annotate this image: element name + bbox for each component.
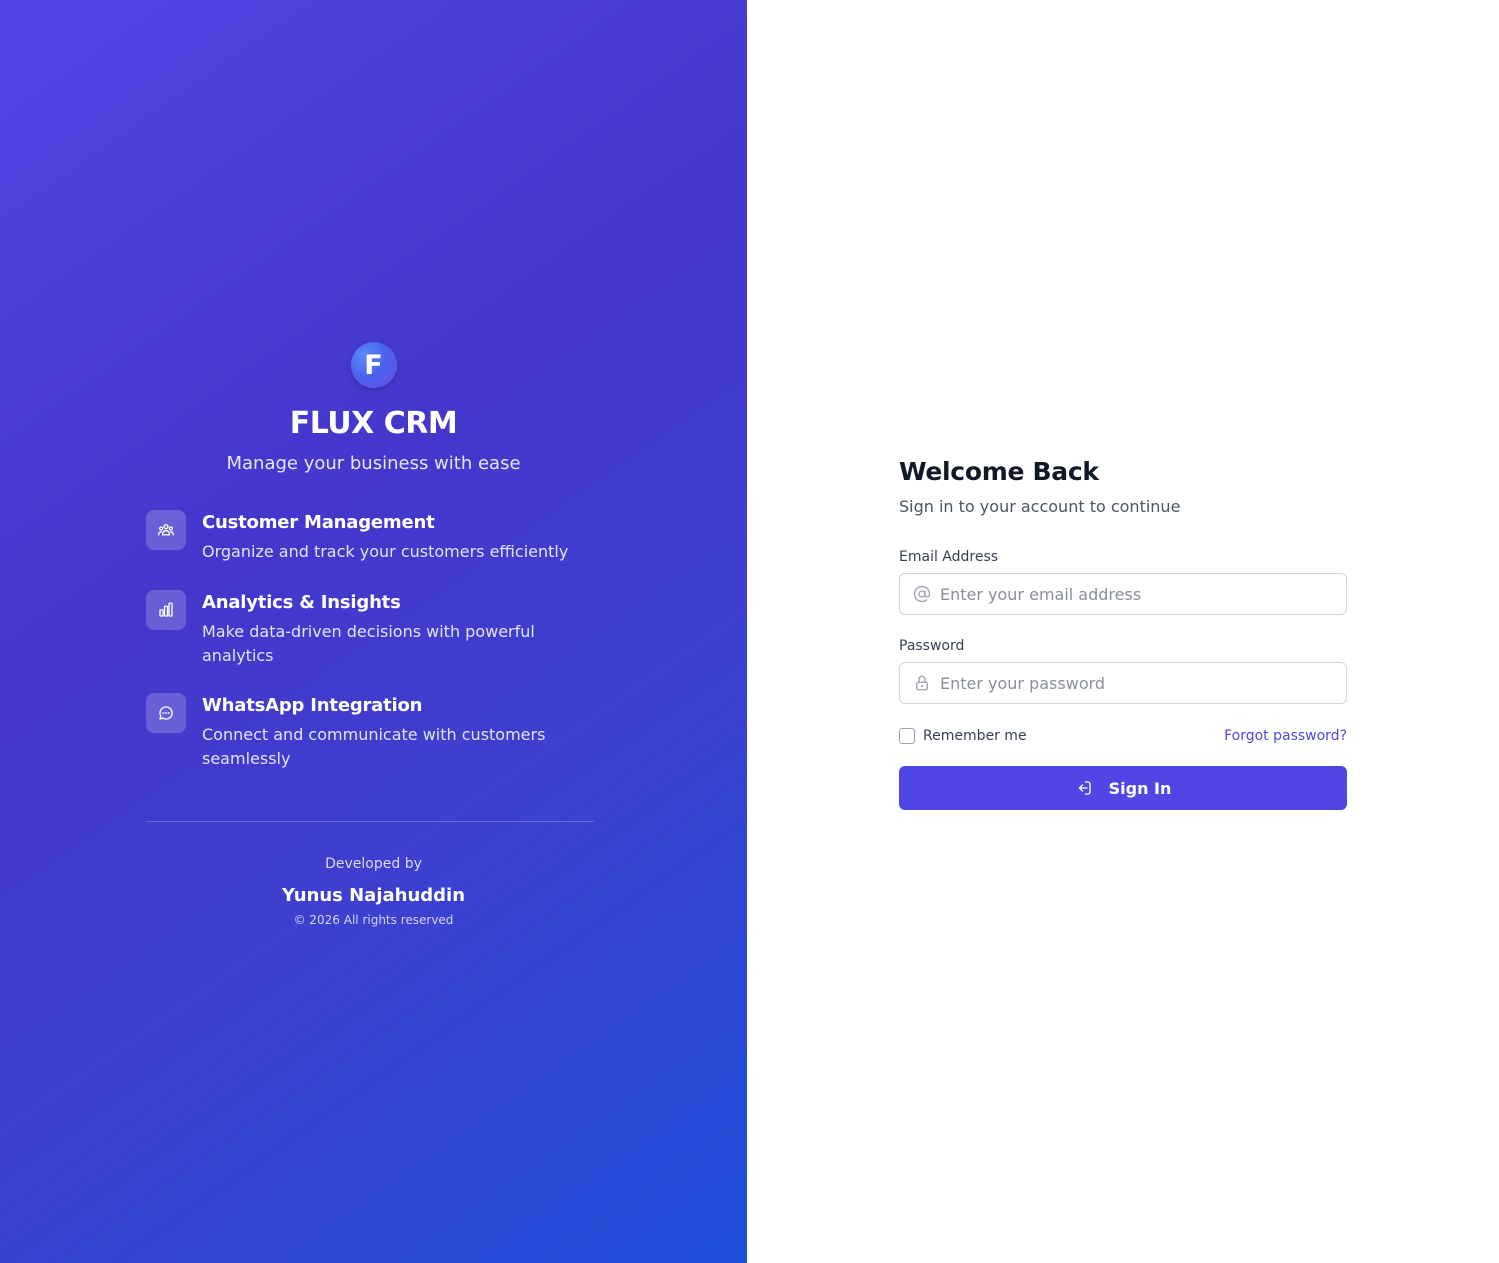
form-options-row: Remember me Forgot password?	[899, 726, 1347, 746]
users-icon	[146, 510, 186, 550]
developer-name: Yunus Najahuddin	[281, 885, 466, 906]
feature-description: Organize and track your customers effici…	[202, 542, 569, 561]
logo-letter: F	[364, 349, 383, 381]
feature-title: Customer Management	[202, 512, 435, 533]
feature-title: WhatsApp Integration	[202, 695, 423, 716]
bar-chart-icon	[146, 590, 186, 630]
form-subtitle: Sign in to your account to continue	[899, 497, 1181, 516]
sign-in-label: Sign In	[1108, 778, 1172, 798]
login-form: Welcome Back Sign in to your account to …	[899, 456, 1347, 810]
remember-me[interactable]: Remember me	[899, 728, 1027, 744]
feature-description: Make data-driven decisions with powerful…	[202, 622, 535, 665]
feature-title: Analytics & Insights	[202, 592, 401, 613]
tagline: Manage your business with ease	[226, 453, 521, 474]
developed-by-label: Developed by	[325, 856, 422, 872]
copyright: © 2026 All rights reserved	[293, 913, 454, 927]
feature-description: Connect and communicate with customers s…	[202, 725, 546, 768]
email-input[interactable]	[940, 574, 1340, 614]
password-input[interactable]	[940, 663, 1340, 703]
developer-credit: Developed by Yunus Najahuddin © 2026 All…	[0, 854, 747, 928]
lock-icon	[916, 675, 928, 691]
email-field-wrapper	[899, 573, 1347, 615]
sign-in-button[interactable]: Sign In	[899, 766, 1347, 810]
form-title: Welcome Back	[899, 457, 1099, 486]
brand-header: F FLUX CRM Manage your business with eas…	[0, 342, 747, 476]
forgot-password-link[interactable]: Forgot password?	[1224, 728, 1347, 744]
email-label: Email Address	[899, 549, 999, 565]
remember-me-label: Remember me	[923, 728, 1027, 744]
login-icon	[1078, 781, 1091, 795]
password-field-wrapper	[899, 662, 1347, 704]
divider	[146, 821, 594, 822]
flux-logo-icon: F	[350, 342, 397, 388]
branding-panel: F FLUX CRM Manage your business with eas…	[0, 0, 747, 1263]
chat-bubble-icon	[146, 693, 186, 733]
at-sign-icon	[913, 585, 931, 603]
app-title: FLUX CRM	[289, 406, 458, 441]
remember-me-checkbox[interactable]	[899, 728, 915, 744]
password-label: Password	[899, 638, 965, 654]
